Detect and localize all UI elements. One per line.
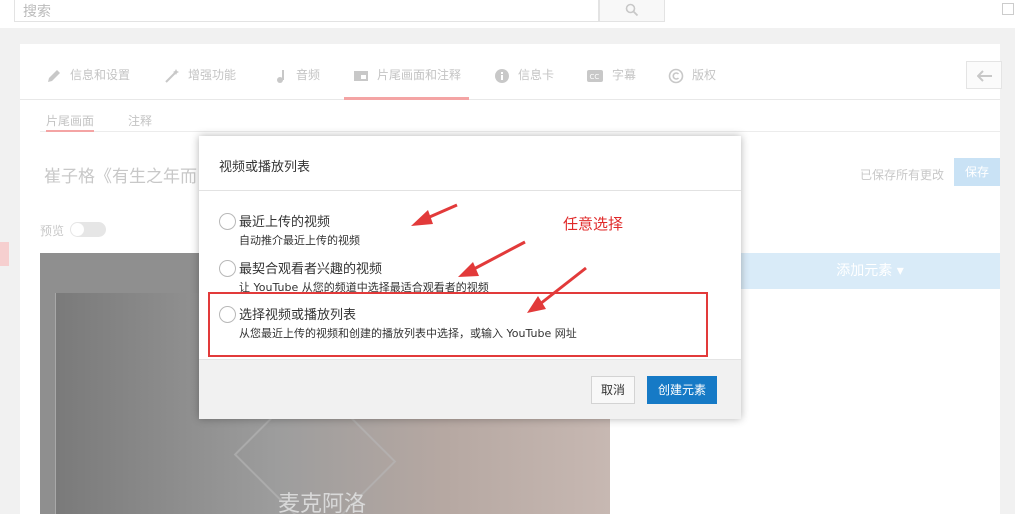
annotation-arrows bbox=[411, 203, 587, 313]
arrow-icon bbox=[411, 203, 587, 313]
